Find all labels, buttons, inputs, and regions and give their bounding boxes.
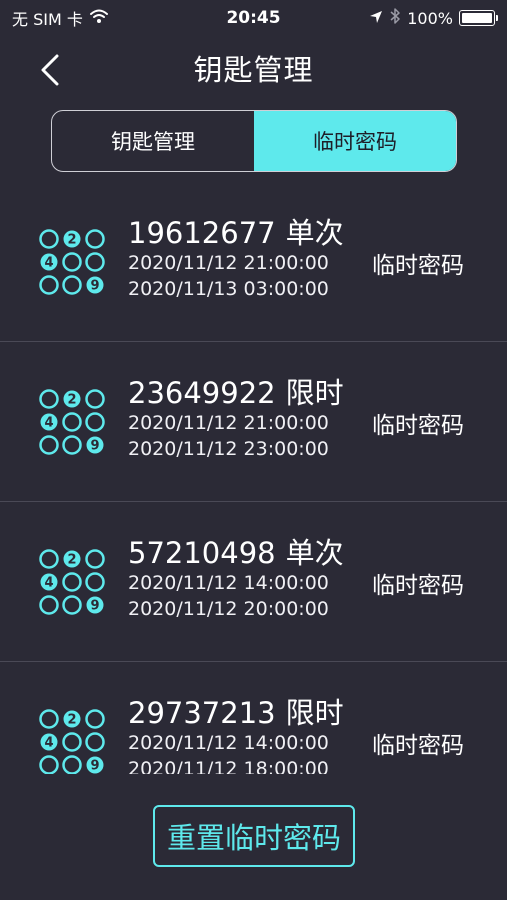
keypad-digit: 9	[90, 439, 99, 454]
keypad-dot	[85, 572, 105, 592]
keypad-dot	[39, 389, 59, 409]
keypad-dot	[85, 252, 105, 272]
password-list[interactable]: 249 19612677 单次 2020/11/12 21:00:00 2020/…	[0, 182, 507, 774]
keypad-icon: 24 9	[39, 229, 105, 295]
status-right: 100%	[369, 7, 498, 29]
temp-password-link[interactable]: 临时密码	[372, 406, 464, 440]
location-arrow-icon	[369, 9, 383, 28]
tab-key-management[interactable]: 钥匙管理	[52, 111, 254, 171]
keypad-digit: 4	[44, 256, 53, 271]
keypad-digit: 2	[67, 233, 76, 248]
keypad-dot	[85, 549, 105, 569]
list-item[interactable]: 24 9 29737213 限时 2020/11/12 14:00:00 2020/…	[0, 662, 507, 774]
keypad-digit: 2	[67, 553, 76, 568]
password-type: 限时	[285, 376, 344, 410]
password-line: 29737213 限时	[128, 696, 344, 730]
battery-percent: 100%	[407, 8, 453, 28]
page-title: 钥匙管理	[193, 53, 314, 87]
end-time: 2020/11/12 20:00:00	[128, 598, 329, 620]
keypad-dot	[39, 595, 59, 615]
keypad-digit: 4	[44, 576, 53, 591]
battery-fill	[462, 13, 492, 23]
keypad-digit: 2	[67, 713, 76, 728]
chevron-left-icon	[41, 54, 59, 86]
end-time: 2020/11/13 03:00:00	[128, 278, 329, 300]
keypad-dot	[39, 435, 59, 455]
status-bar: 无 SIM 卡 20:45 100%	[0, 0, 507, 36]
list-item[interactable]: 24 9 23649922 限时 2020/11/12 21:00:00 2020/…	[0, 342, 507, 502]
start-time: 2020/11/12 21:00:00	[128, 412, 329, 434]
keypad-icon: 24 9	[39, 709, 105, 774]
keypad-dot	[62, 275, 82, 295]
temp-password-link[interactable]: 临时密码	[372, 726, 464, 760]
status-left: 无 SIM 卡	[12, 6, 109, 30]
keypad-dot	[62, 435, 82, 455]
start-time: 2020/11/12 14:00:00	[128, 732, 329, 754]
keypad-dot	[39, 229, 59, 249]
keypad-digit: 9	[90, 759, 99, 774]
keypad-dot	[85, 229, 105, 249]
keypad-icon: 24 9	[39, 389, 105, 455]
end-time: 2020/11/12 23:00:00	[128, 438, 329, 460]
keypad-dot	[62, 595, 82, 615]
keypad-dot	[85, 389, 105, 409]
keypad-digit: 2	[67, 393, 76, 408]
keypad-digit: 9	[90, 279, 99, 294]
keypad-dot	[62, 412, 82, 432]
nav-bar: 钥匙管理	[0, 36, 507, 100]
password-line: 23649922 限时	[128, 376, 344, 410]
keypad-dot	[62, 732, 82, 752]
keypad-digit: 4	[44, 736, 53, 751]
battery-icon	[459, 10, 498, 26]
password-line: 57210498 单次	[128, 536, 344, 570]
password-type: 限时	[285, 696, 344, 730]
keypad-dot	[85, 732, 105, 752]
carrier-label: 无 SIM 卡	[12, 10, 83, 29]
end-time: 2020/11/12 18:00:00	[128, 758, 329, 774]
keypad-dot	[85, 709, 105, 729]
password-code: 23649922	[128, 376, 276, 410]
keypad-icon: 24 9	[39, 549, 105, 615]
keypad-dot	[39, 755, 59, 774]
password-line: 19612677 单次	[128, 216, 344, 250]
password-code: 29737213	[128, 696, 276, 730]
password-info: 19612677 单次 2020/11/12 21:00:00 2020/11/1…	[128, 216, 344, 302]
bluetooth-icon	[389, 7, 401, 29]
temp-password-link[interactable]: 临时密码	[372, 566, 464, 600]
keypad-dot	[39, 549, 59, 569]
keypad-dot	[62, 755, 82, 774]
keypad-dot	[85, 412, 105, 432]
keypad-dot	[62, 572, 82, 592]
password-info: 29737213 限时 2020/11/12 14:00:00 2020/11/1…	[128, 696, 344, 774]
start-time: 2020/11/12 14:00:00	[128, 572, 329, 594]
password-info: 57210498 单次 2020/11/12 14:00:00 2020/11/1…	[128, 536, 344, 622]
keypad-digit: 4	[44, 416, 53, 431]
password-type: 单次	[285, 536, 344, 570]
password-type: 单次	[285, 216, 344, 250]
temp-password-link[interactable]: 临时密码	[372, 246, 464, 280]
start-time: 2020/11/12 21:00:00	[128, 252, 329, 274]
keypad-dot	[62, 252, 82, 272]
segmented-control: 钥匙管理 临时密码	[51, 110, 457, 172]
tab-temporary-password[interactable]: 临时密码	[254, 111, 456, 171]
password-info: 23649922 限时 2020/11/12 21:00:00 2020/11/1…	[128, 376, 344, 462]
wifi-icon	[89, 8, 109, 28]
keypad-digit: 9	[90, 599, 99, 614]
reset-temp-password-button[interactable]: 重置临时密码	[153, 805, 355, 867]
keypad-dot	[39, 709, 59, 729]
back-button[interactable]	[30, 50, 70, 90]
password-code: 57210498	[128, 536, 276, 570]
password-code: 19612677	[128, 216, 276, 250]
list-item[interactable]: 24 9 19612677 单次 2020/11/12 21:00:00 2020/…	[0, 182, 507, 342]
list-item[interactable]: 24 9 57210498 单次 2020/11/12 14:00:00 2020/…	[0, 502, 507, 662]
keypad-dot	[39, 275, 59, 295]
